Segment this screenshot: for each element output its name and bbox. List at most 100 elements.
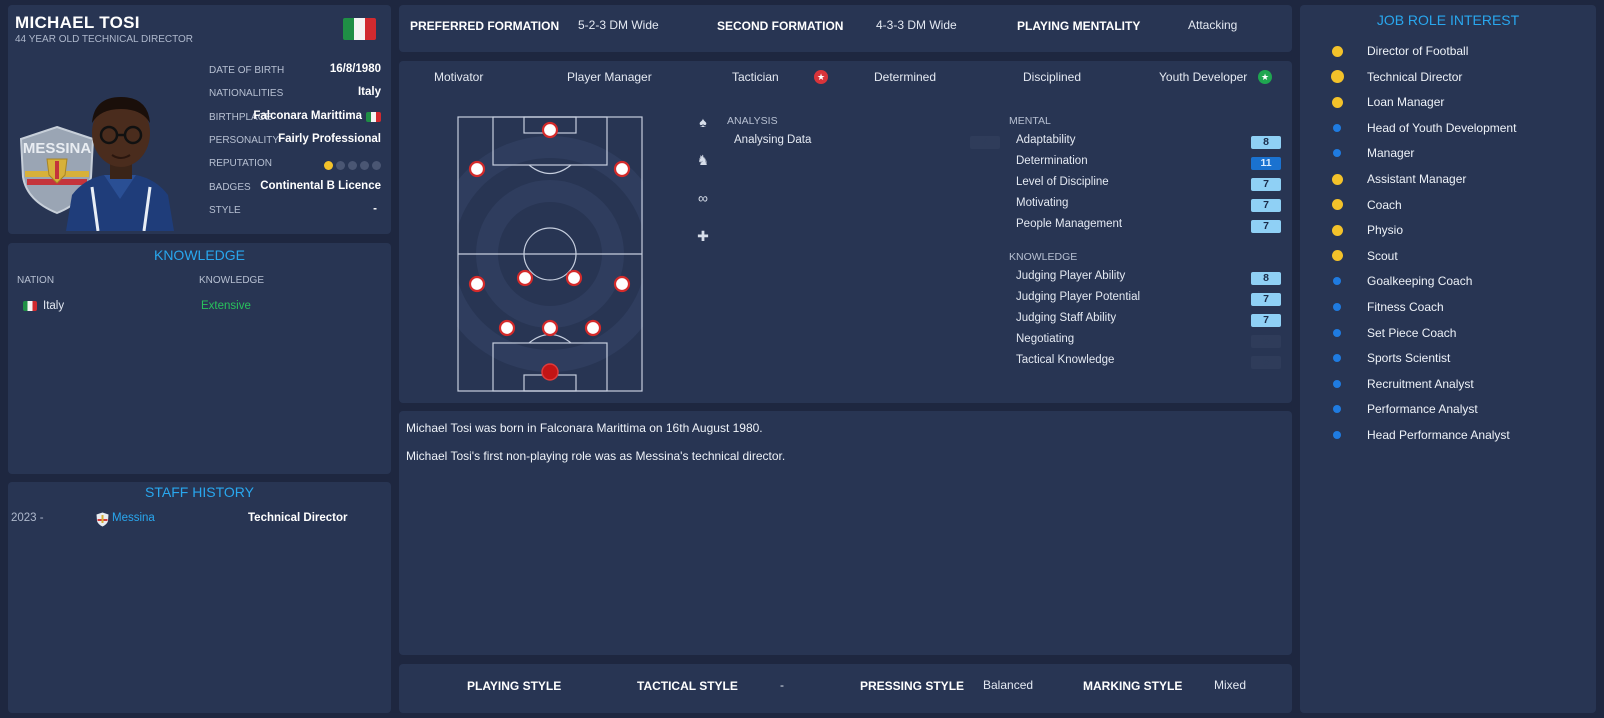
job-role-item[interactable]: Fitness Coach — [1300, 298, 1596, 316]
interest-dot-icon — [1333, 123, 1341, 132]
staff-photo — [66, 97, 174, 231]
mental-attr-label[interactable]: Level of Discipline — [1016, 176, 1109, 188]
mental-attr-value: 7 — [1251, 178, 1281, 191]
job-role-item[interactable]: Manager — [1300, 144, 1596, 162]
trait-motivator: Motivator — [434, 70, 484, 84]
style-label: STYLE — [209, 205, 241, 216]
knowledge-panel: KNOWLEDGE NATION KNOWLEDGE Italy Extensi… — [8, 243, 391, 474]
job-role-item[interactable]: Physio — [1300, 221, 1596, 239]
nationality-flag-icon — [343, 18, 376, 40]
job-role-label: Director of Football — [1367, 44, 1469, 58]
biography-panel: Michael Tosi was born in Falconara Marit… — [399, 411, 1292, 655]
knowledge-column-header[interactable]: KNOWLEDGE — [199, 275, 264, 286]
mental-attr-label[interactable]: Adaptability — [1016, 134, 1075, 146]
analysis-section-label: ANALYSIS — [727, 115, 778, 127]
knowledge-section-label: KNOWLEDGE — [1009, 251, 1078, 263]
mental-attr-value: 7 — [1251, 220, 1281, 233]
attr-analysing-data[interactable]: Analysing Data — [734, 134, 811, 146]
personality-row: PERSONALITY Fairly Professional — [209, 132, 381, 150]
job-role-interest-panel: JOB ROLE INTEREST Director of Football Te… — [1300, 5, 1596, 713]
knowledge-attr-label[interactable]: Tactical Knowledge — [1016, 354, 1114, 366]
job-role-item[interactable]: Head Performance Analyst — [1300, 426, 1596, 444]
knowledge-attr-label[interactable]: Judging Staff Ability — [1016, 312, 1116, 324]
job-role-item[interactable]: Head of Youth Development — [1300, 119, 1596, 137]
interest-dot-icon — [1331, 199, 1343, 211]
attr-analysing-data-value: 2 — [970, 136, 1000, 149]
job-role-label: Sports Scientist — [1367, 351, 1451, 366]
staff-name: MICHAEL TOSI — [15, 13, 140, 32]
scouting-binoculars-icon[interactable]: ∞ — [695, 190, 711, 206]
mental-attr-label[interactable]: People Management — [1016, 218, 1122, 230]
reputation-label: REPUTATION — [209, 158, 272, 169]
mental-attr-label[interactable]: Motivating — [1016, 197, 1068, 209]
job-role-label: Physio — [1367, 223, 1404, 238]
job-role-label: Head Performance Analyst — [1367, 428, 1510, 442]
job-role-item[interactable]: Goalkeeping Coach — [1300, 272, 1596, 290]
knowledge-attr-value: 5 — [1251, 335, 1281, 348]
mental-section-label: MENTAL — [1009, 115, 1051, 127]
second-formation-value: 4-3-3 DM Wide — [876, 18, 957, 32]
job-role-item[interactable]: Set Piece Coach — [1300, 324, 1596, 342]
job-role-label: Set Piece Coach — [1367, 325, 1457, 340]
knowledge-row[interactable]: Italy — [23, 300, 64, 312]
medical-kit-icon[interactable]: ✚ — [695, 228, 711, 244]
formation-player-marker — [565, 269, 583, 287]
tactical-style-label: TACTICAL STYLE — [637, 679, 738, 693]
job-role-item[interactable]: Coach — [1300, 196, 1596, 214]
badges-row: BADGES Continental B Licence — [209, 179, 381, 197]
preferred-formation-label: PREFERRED FORMATION — [410, 19, 560, 33]
job-role-item[interactable]: Director of Football — [1300, 42, 1596, 60]
interest-dot-icon — [1330, 70, 1344, 84]
reputation-dot — [360, 161, 369, 170]
interest-dot-icon — [1333, 354, 1341, 363]
knowledge-attr-label[interactable]: Judging Player Ability — [1016, 270, 1125, 282]
job-role-interest-title: JOB ROLE INTEREST — [1376, 12, 1520, 28]
staff-subtitle: 44 YEAR OLD TECHNICAL DIRECTOR — [15, 34, 194, 45]
interest-dot-icon — [1331, 250, 1343, 262]
history-row[interactable]: 2023 - Messina Technical Director — [8, 512, 391, 528]
negative-trait-star-icon: ★ — [814, 70, 828, 84]
playing-mentality-value: Attacking — [1188, 18, 1238, 32]
history-club-link[interactable]: Messina — [112, 512, 155, 524]
knowledge-attr-value: 5 — [1251, 356, 1281, 369]
birthplace-value[interactable]: Falconara Marittima — [253, 110, 362, 122]
job-role-label: Technical Director — [1367, 69, 1463, 84]
club-crest-icon — [96, 512, 109, 527]
formation-player-marker — [584, 319, 602, 337]
nationality-value[interactable]: Italy — [358, 86, 381, 98]
coaching-icon[interactable]: ♠ — [695, 114, 711, 130]
pressing-style-label: PRESSING STYLE — [860, 679, 965, 693]
reputation-dot — [348, 161, 357, 170]
staff-history-panel: STAFF HISTORY 2023 - Messina Technical D… — [8, 482, 391, 713]
knowledge-nation: Italy — [43, 300, 65, 312]
reputation-rating — [321, 159, 381, 173]
knowledge-attr-label[interactable]: Judging Player Potential — [1016, 291, 1140, 303]
nationality-label: NATIONALITIES — [209, 88, 284, 99]
knowledge-attr-label[interactable]: Negotiating — [1016, 333, 1074, 345]
formation-player-marker — [468, 275, 486, 293]
interest-dot-icon — [1333, 379, 1341, 388]
job-role-item[interactable]: Recruitment Analyst — [1300, 375, 1596, 393]
job-role-item[interactable]: Scout — [1300, 247, 1596, 265]
job-role-item[interactable]: Technical Director — [1300, 68, 1596, 86]
formation-player-marker — [541, 319, 559, 337]
birthplace-row: BIRTHPLACE Falconara Marittima — [209, 109, 381, 127]
job-role-label: Performance Analyst — [1367, 402, 1478, 417]
tactics-icon[interactable]: ♞ — [695, 152, 711, 168]
mental-attr-value: 11 — [1251, 157, 1281, 170]
job-role-item[interactable]: Sports Scientist — [1300, 349, 1596, 367]
nation-column-header[interactable]: NATION — [17, 275, 54, 286]
job-role-label: Scout — [1367, 248, 1398, 263]
job-role-label: Recruitment Analyst — [1367, 376, 1474, 391]
reputation-row: REPUTATION — [209, 155, 381, 173]
tactical-style-value: - — [780, 678, 784, 692]
staff-history-title: STAFF HISTORY — [145, 484, 254, 500]
job-role-item[interactable]: Performance Analyst — [1300, 400, 1596, 418]
job-role-item[interactable]: Assistant Manager — [1300, 170, 1596, 188]
dob-label: DATE OF BIRTH — [209, 65, 285, 76]
interest-dot-icon — [1331, 224, 1343, 236]
job-role-item[interactable]: Loan Manager — [1300, 93, 1596, 111]
analysis-panel: Motivator Player Manager Tactician ★ Det… — [399, 61, 1292, 403]
mental-attr-label[interactable]: Determination — [1016, 155, 1088, 167]
history-role: Technical Director — [248, 512, 348, 524]
